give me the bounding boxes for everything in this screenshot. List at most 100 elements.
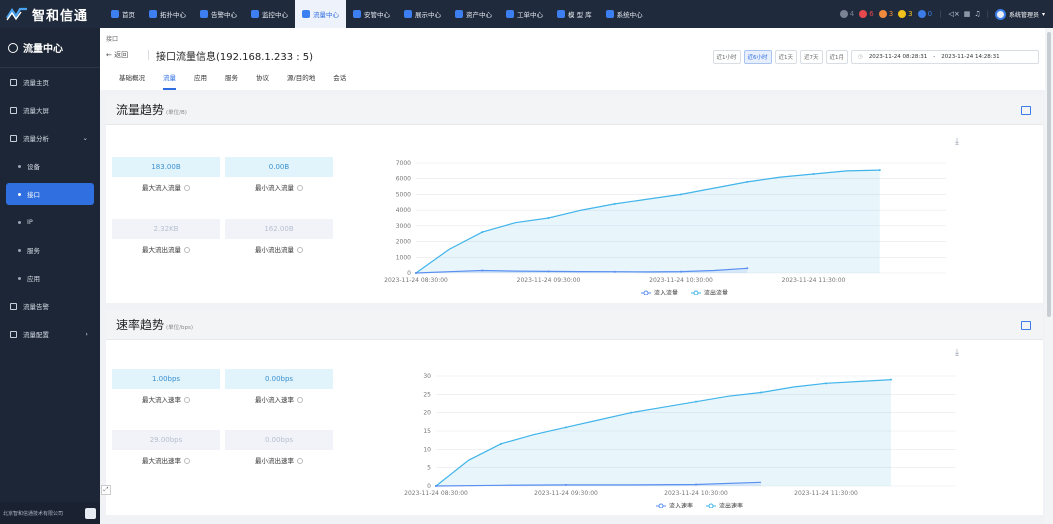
back-button[interactable]: ← 返回 (106, 50, 128, 60)
page-header: 接口 ← 返回 接口流量信息(192.168.1.233 : 5) 近1小时 近6… (100, 28, 1045, 90)
data-point (825, 382, 827, 385)
chevron-right-icon: › (85, 330, 88, 338)
nav-item[interactable]: 监控中心 (244, 0, 295, 28)
data-point (878, 169, 881, 172)
stat-max-in: 1.00bps 最大流入速率 (112, 369, 220, 404)
data-point (613, 270, 616, 273)
nav-icon (455, 10, 463, 18)
nav-item[interactable]: 工单中心 (499, 0, 550, 28)
tab[interactable]: 源/目的地 (278, 73, 324, 90)
alert-badge[interactable]: 3 (898, 10, 913, 18)
help-icon[interactable] (184, 458, 190, 464)
range-separator: - (933, 54, 936, 60)
nav-item[interactable]: 系统中心 (599, 0, 650, 28)
data-point (481, 269, 484, 272)
stat-label: 最大流入速率 (112, 394, 220, 404)
divider: | (986, 10, 989, 18)
menu-icon (10, 106, 17, 114)
stat-max-in: 183.00B 最大流入流量 (112, 157, 220, 192)
expand-icon[interactable]: ⤢ (101, 485, 111, 495)
stat-value: 29.00bps (112, 430, 220, 450)
divider (148, 50, 149, 60)
volume-icon[interactable]: ◁× (948, 10, 959, 18)
download-icon[interactable]: ⤓ (955, 137, 959, 147)
menu-toggle-icon[interactable] (85, 507, 96, 519)
nav-item[interactable]: 首页 (104, 0, 142, 28)
nav-item[interactable]: 展示中心 (397, 0, 448, 28)
alert-badge[interactable]: 4 (839, 10, 854, 18)
help-icon[interactable] (297, 458, 303, 464)
tab[interactable]: 协议 (247, 73, 278, 90)
unit-label: (单位/B) (166, 109, 187, 116)
tab[interactable]: 流量 (154, 73, 185, 90)
nav-item[interactable]: 拓扑中心 (142, 0, 193, 28)
bullet-icon (18, 276, 21, 280)
help-icon[interactable] (297, 397, 303, 403)
sidebar-item[interactable]: 接口 (6, 183, 94, 205)
nav-item[interactable]: 流量中心 (295, 0, 346, 28)
time-range-button[interactable]: 近1月 (825, 50, 848, 64)
breadcrumb[interactable]: 接口 (106, 34, 118, 43)
x-tick-label: 2023-11-24 08:30:00 (384, 277, 448, 284)
alert-badge[interactable]: 3 (878, 10, 893, 18)
unit-label: (单位/bps) (166, 324, 194, 331)
sidebar-item[interactable]: 服务 (0, 236, 100, 264)
nav-item[interactable]: 模 型 库 (550, 0, 599, 28)
calendar-icon[interactable] (1021, 106, 1031, 115)
stat-min-out: 162.00B 最小流出流量 (225, 219, 333, 254)
download-icon[interactable]: ⤓ (955, 348, 959, 358)
nav-item[interactable]: 资产中心 (448, 0, 499, 28)
bullet-icon (18, 164, 21, 168)
time-range-button[interactable]: 近6小时 (743, 50, 772, 64)
data-point (695, 483, 697, 486)
sidebar-item[interactable]: 应用 (0, 264, 100, 292)
alert-badge[interactable]: 6 (859, 10, 874, 18)
user-menu[interactable]: 系统管理员 ▾ (994, 8, 1045, 20)
rate-trend-panel: 速率趋势 (单位/bps) ⤓ 1.00bps 最大流入速率 0.00bps 最… (106, 310, 1043, 515)
bell-icon[interactable]: ♫ (974, 10, 980, 18)
help-icon[interactable] (297, 247, 303, 253)
y-tick-label: 1000 (396, 254, 411, 261)
sidebar-title-text: 流量中心 (23, 44, 63, 55)
tab[interactable]: 会话 (324, 73, 355, 90)
sidebar: 流量中心 流量主页 流量大屏 流量分析 ⌄ 设备 接口 IP 服务 应用 流量告警 流量配置 › 北京… (0, 28, 100, 524)
tab[interactable]: 基础概况 (110, 73, 154, 90)
scrollbar[interactable] (1045, 28, 1053, 524)
sidebar-item[interactable]: 流量主页 (0, 68, 100, 96)
user-name: 系统管理员 (1008, 11, 1039, 19)
nav-icon (557, 10, 565, 18)
nav-item[interactable]: 告警中心 (193, 0, 244, 28)
help-icon[interactable] (184, 185, 190, 191)
top-right-tools: 4 6 3 3 0 | ◁× ▦ ♫ | 系统管理员 ▾ (839, 0, 1045, 28)
tab[interactable]: 服务 (216, 73, 247, 90)
time-range-button[interactable]: 近7天 (800, 50, 823, 64)
help-icon[interactable] (297, 185, 303, 191)
time-range-button[interactable]: 近1小时 (712, 50, 741, 64)
logo[interactable]: 智和信通 (0, 0, 104, 28)
rate-chart[interactable]: 0 5 10 15 20 25 30 2023-11-24 08:30:00 2023-11-2… (396, 368, 966, 508)
sidebar-item[interactable]: 流量告警 (0, 292, 100, 320)
help-icon[interactable] (184, 397, 190, 403)
sidebar-item[interactable]: 设备 (0, 152, 100, 180)
traffic-chart[interactable]: 0 1000 2000 3000 4000 5000 6000 7000 2023-11-24 … (376, 155, 956, 295)
calendar-icon[interactable] (1021, 321, 1031, 330)
time-range-button[interactable]: 近1天 (774, 50, 797, 64)
stat-label-text: 最小流出流量 (255, 246, 294, 254)
tab[interactable]: 应用 (185, 73, 216, 90)
stat-label-text: 最大流出流量 (142, 246, 181, 254)
alert-badge[interactable]: 0 (917, 10, 932, 18)
nav-item[interactable]: 安管中心 (346, 0, 397, 28)
sidebar-item[interactable]: IP (0, 208, 100, 236)
date-range-picker[interactable]: ◷ 2023-11-24 08:28:31 - 2023-11-24 14:28… (851, 50, 1039, 64)
stat-value: 0.00bps (225, 430, 333, 450)
top-navbar: 智和信通 首页 拓扑中心 告警中心 监控中心 流量中心 安管中心 展示中心 资产中心 工单中心 模… (0, 0, 1053, 28)
sidebar-item[interactable]: 流量分析 ⌄ (0, 124, 100, 152)
scrollbar-thumb[interactable] (1047, 32, 1051, 317)
layout-icon[interactable]: ▦ (964, 10, 971, 18)
help-icon[interactable] (184, 247, 190, 253)
sidebar-item[interactable]: 流量大屏 (0, 96, 100, 124)
sidebar-item[interactable]: 流量配置 › (0, 320, 100, 348)
logo-icon (6, 7, 27, 21)
nav-icon (353, 10, 361, 18)
stat-label: 最小流入流量 (225, 182, 333, 192)
